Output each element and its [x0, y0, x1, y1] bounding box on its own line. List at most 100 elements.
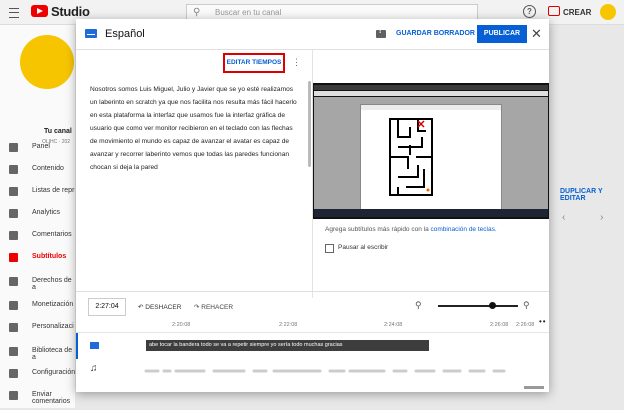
sidebar-item[interactable]: Contenido [0, 160, 75, 180]
undo-label: DESHACER [145, 304, 182, 311]
search-icon: ⚲ [193, 7, 201, 18]
sidebar: Tu canal OLIHC · 202 Panel Contenido Lista… [0, 25, 75, 408]
help-icon[interactable]: ? [523, 5, 536, 18]
video-stage-area [314, 97, 548, 210]
sidebar-item-label: Subtítulos [32, 253, 67, 260]
youtube-logo-icon[interactable] [31, 5, 48, 17]
sidebar-item[interactable]: Analytics [0, 204, 75, 224]
sidebar-item[interactable]: Monetización [0, 296, 75, 316]
subtitles-icon [9, 253, 18, 262]
caption-segment[interactable]: abe tocar la bandera todo se va a repeti… [146, 340, 429, 351]
feedback-icon [9, 391, 18, 400]
timeline-tick: 2:26:08 [490, 322, 509, 328]
zoom-slider[interactable] [438, 305, 518, 307]
timeline-tick: 2:26:08 [516, 322, 535, 328]
undo-button[interactable]: ↶ DESHACER [138, 303, 181, 311]
video-browser-tabs [314, 85, 548, 90]
save-draft-button[interactable]: GUARDAR BORRADOR [396, 30, 475, 37]
content-icon [9, 165, 18, 174]
sidebar-item-label: Personalizaci [32, 323, 74, 330]
zoom-out-icon[interactable]: ⚲ [415, 300, 422, 311]
timeline-panel: 2:27:04 ↶ DESHACER ↷ REHACER ⚲ ⚲ 2:20:08… [76, 291, 549, 393]
dialog-header: Español GUARDAR BORRADOR PUBLICAR ✕ [76, 19, 549, 50]
playhead-marker[interactable]: •• [539, 317, 547, 326]
music-note-icon: ♫ [90, 363, 98, 374]
pause-label: Pausar al escribir [338, 244, 389, 251]
hint-text: Agrega subtítulos más rápido con la [325, 226, 431, 233]
analytics-icon [9, 209, 18, 218]
comments-icon [9, 231, 18, 240]
sidebar-item-label: Configuración [32, 369, 76, 376]
sidebar-item[interactable]: Enviar comentarios [0, 386, 75, 406]
video-taskbar [314, 209, 548, 217]
publish-button[interactable]: PUBLICAR [477, 25, 527, 43]
video-stage-bar [361, 105, 501, 110]
account-avatar[interactable] [600, 4, 616, 20]
sidebar-item[interactable]: Personalizaci [0, 318, 75, 338]
create-button[interactable]: CREAR [563, 8, 591, 17]
zoom-in-icon[interactable]: ⚲ [523, 300, 530, 311]
close-icon[interactable]: ✕ [531, 26, 542, 42]
copyright-icon [9, 277, 18, 286]
pause-checkbox[interactable] [325, 244, 334, 253]
channel-avatar[interactable] [20, 35, 74, 89]
audio-waveform [144, 369, 506, 373]
sidebar-item[interactable]: Derechos de a [0, 272, 75, 292]
audio-library-icon [9, 347, 18, 356]
redo-label: REHACER [201, 304, 234, 311]
shortcut-hint: Agrega subtítulos más rápido con la comb… [325, 226, 497, 233]
edit-times-label: EDITAR TIEMPOS [226, 59, 282, 66]
shortcuts-link[interactable]: combinación de teclas. [431, 226, 497, 233]
sidebar-item[interactable]: Comentarios [0, 226, 75, 246]
sidebar-item-label: Panel [32, 143, 50, 150]
redo-icon: ↷ [194, 304, 200, 311]
subtitles-icon [85, 29, 97, 38]
video-scratch-stage [360, 104, 502, 210]
duplicate-edit-button[interactable]: DUPLICAR Y EDITAR [560, 188, 624, 202]
sidebar-item-label: Monetización [32, 301, 74, 308]
sidebar-item[interactable]: Listas de repr [0, 182, 75, 202]
customization-icon [9, 323, 18, 332]
undo-icon: ↶ [138, 304, 144, 311]
zoom-slider-handle[interactable] [489, 302, 496, 309]
video-preview[interactable] [313, 83, 549, 219]
current-time[interactable]: 2:27:04 [88, 298, 126, 316]
playlist-icon [9, 187, 18, 196]
subtitle-track[interactable]: abe tocar la bandera todo se va a repeti… [76, 333, 549, 359]
transcript-scrollbar[interactable] [308, 81, 311, 167]
search-placeholder: Buscar en tu canal [215, 8, 282, 17]
sidebar-item-label: Biblioteca de a [32, 347, 73, 361]
sidebar-item[interactable]: Panel [0, 138, 75, 158]
timeline-scrollbar[interactable] [524, 386, 544, 389]
monetization-icon [9, 301, 18, 310]
app-name: Studio [51, 4, 90, 19]
more-options-icon[interactable]: ⋮ [292, 57, 301, 68]
timeline-tick: 2:20:08 [172, 322, 191, 328]
audio-track: ♫ [76, 359, 549, 383]
sidebar-item-label: Contenido [32, 165, 64, 172]
timeline-tick: 2:24:08 [384, 322, 403, 328]
sidebar-item[interactable]: Subtítulos [0, 248, 75, 268]
menu-icon[interactable] [9, 8, 19, 18]
redo-button[interactable]: ↷ REHACER [194, 303, 233, 311]
sidebar-item-label: Analytics [32, 209, 61, 216]
sidebar-item-label: Enviar comentarios [32, 391, 71, 405]
dialog-title: Español [105, 28, 145, 40]
create-icon[interactable] [548, 6, 560, 16]
transcript-text[interactable]: Nosotros somos Luis Miguel, Julio y Javi… [90, 83, 300, 174]
subtitles-track-icon [90, 342, 99, 349]
maze-image [389, 118, 433, 196]
sidebar-item-label: Comentarios [32, 231, 72, 238]
background-editor [549, 170, 624, 410]
sidebar-item-label: Listas de repr [32, 187, 75, 194]
video-browser-url [314, 91, 548, 96]
timeline-tick: 2:22:08 [279, 322, 298, 328]
feedback-icon[interactable] [376, 28, 386, 38]
edit-times-button[interactable]: EDITAR TIEMPOS [223, 53, 285, 73]
channel-name: Tu canal [44, 128, 72, 135]
nav-arrows[interactable]: ‹ › [562, 212, 619, 223]
settings-icon [9, 369, 18, 378]
sidebar-item[interactable]: Biblioteca de a [0, 342, 75, 362]
sidebar-item[interactable]: Configuración [0, 364, 75, 384]
dashboard-icon [9, 143, 18, 152]
